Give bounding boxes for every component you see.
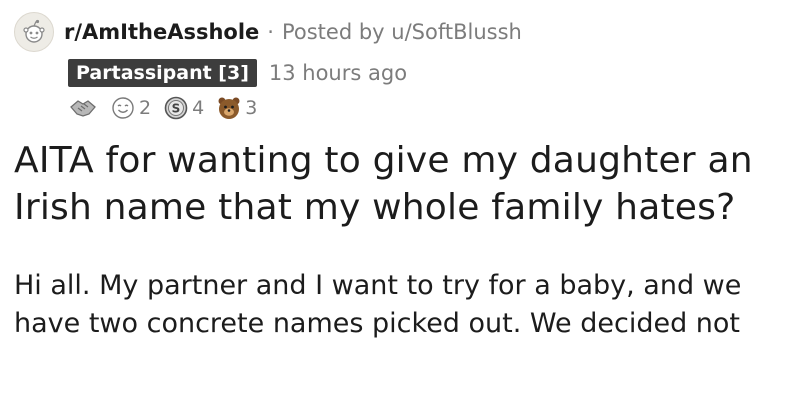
handshake-award-icon bbox=[70, 100, 96, 117]
svg-text:S: S bbox=[172, 102, 181, 116]
award-count: 4 bbox=[192, 97, 205, 119]
awards-row[interactable]: 2 S 4 3 bbox=[68, 93, 792, 123]
award-count: 3 bbox=[245, 97, 258, 119]
post-body-line: Hi all. My partner and I want to try for… bbox=[14, 270, 742, 301]
post-meta: r/AmItheAsshole · Posted by u/SoftBlussh bbox=[14, 10, 792, 54]
subreddit-link[interactable]: r/AmItheAsshole bbox=[64, 20, 259, 44]
flair-row: Partassipant [3] 13 hours ago bbox=[68, 58, 792, 88]
posted-by[interactable]: Posted by u/SoftBlussh bbox=[282, 20, 522, 44]
subreddit-avatar[interactable] bbox=[14, 12, 54, 52]
award-wholesome[interactable]: 2 bbox=[110, 95, 151, 121]
post-body-line: have two concrete names picked out. We d… bbox=[14, 308, 741, 339]
snoo-icon bbox=[23, 19, 45, 43]
post-container: r/AmItheAsshole · Posted by u/SoftBlussh… bbox=[14, 10, 792, 343]
post-title[interactable]: AITA for wanting to give my daughter an … bbox=[14, 137, 784, 231]
post-body: Hi all. My partner and I want to try for… bbox=[14, 267, 800, 343]
award-bear[interactable]: 3 bbox=[216, 95, 257, 121]
award-handshake[interactable] bbox=[68, 95, 98, 121]
award-count: 2 bbox=[139, 97, 152, 119]
post-time[interactable]: 13 hours ago bbox=[269, 61, 407, 85]
user-flair: Partassipant [3] bbox=[68, 59, 257, 87]
silver-award-icon: S bbox=[164, 96, 188, 120]
meta-separator: · bbox=[267, 20, 274, 44]
wholesome-award-icon bbox=[112, 97, 134, 119]
author-link[interactable]: Posted by u/SoftBlussh bbox=[282, 20, 522, 44]
bear-award-icon bbox=[218, 97, 240, 119]
award-silver[interactable]: S 4 bbox=[163, 95, 204, 121]
